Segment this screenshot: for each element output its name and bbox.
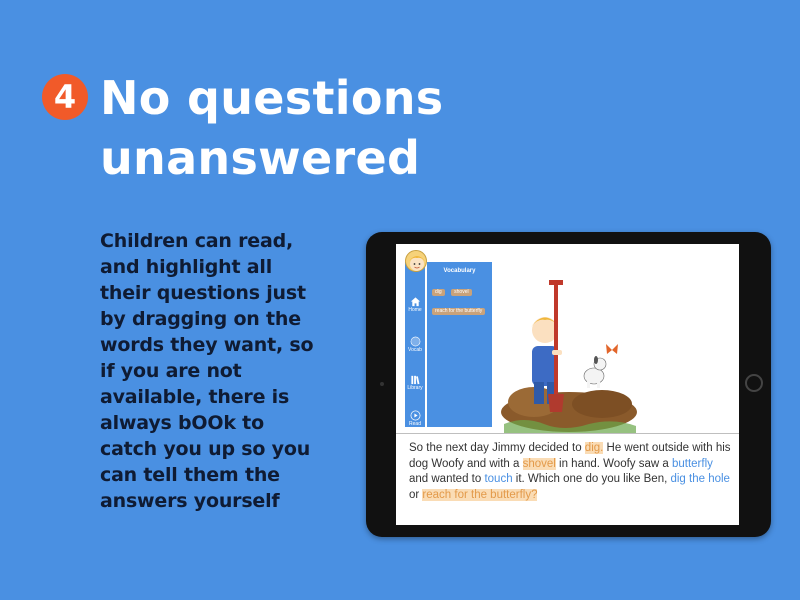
sidebar-item-label: Read: [409, 421, 421, 427]
sidebar-item-label: Vocab: [408, 347, 422, 353]
sidebar-item-label: Home: [408, 307, 422, 313]
linked-word[interactable]: dig the hole: [670, 473, 729, 485]
sidebar-item-library[interactable]: Library: [405, 374, 425, 392]
library-icon: [410, 375, 419, 385]
vocab-chip[interactable]: shovel: [451, 289, 472, 296]
vocab-icon: [410, 336, 420, 347]
tablet-camera: [380, 382, 384, 386]
story-text[interactable]: So the next day Jimmy decided to dig. He…: [409, 441, 734, 503]
child-avatar[interactable]: [405, 250, 427, 272]
tablet-device: Home Vocab Library Read Vocabulary dig s…: [366, 232, 771, 537]
highlighted-word[interactable]: reach for the butterfly?: [422, 488, 538, 501]
vocab-chip[interactable]: reach for the butterfly: [432, 308, 486, 315]
sidebar-item-home[interactable]: Home: [405, 296, 425, 314]
story-segment[interactable]: and wanted to: [409, 473, 484, 485]
story-illustration: [501, 280, 637, 434]
story-segment[interactable]: in hand. Woofy saw a: [556, 458, 672, 470]
vocab-chip[interactable]: dig: [432, 289, 445, 296]
story-segment[interactable]: So the next day Jimmy decided to: [409, 442, 585, 454]
story-segment[interactable]: or: [409, 489, 422, 501]
story-divider: [396, 433, 739, 434]
slide-body-text: Children can read, and highlight all the…: [100, 230, 314, 512]
app-sidebar: Home Vocab Library Read: [405, 262, 425, 427]
slide-title: No questions unanswered: [100, 71, 444, 185]
highlighted-word[interactable]: shovel: [522, 457, 556, 470]
app-screen: Home Vocab Library Read Vocabulary dig s…: [396, 244, 739, 525]
vocabulary-title: Vocabulary: [443, 268, 476, 274]
slide-number-badge: 4: [42, 74, 88, 120]
home-icon: [410, 297, 420, 307]
vocabulary-panel: Vocabulary dig shovel reach for the butt…: [427, 262, 492, 427]
sidebar-item-read[interactable]: Read: [405, 410, 425, 428]
linked-word[interactable]: touch: [484, 473, 512, 485]
sidebar-item-vocab[interactable]: Vocab: [405, 336, 425, 354]
sidebar-item-label: Library: [407, 385, 423, 391]
story-segment[interactable]: it. Which one do you like Ben,: [513, 473, 671, 485]
linked-word[interactable]: butterfly: [672, 458, 713, 470]
play-icon: [410, 410, 420, 421]
tablet-home-button[interactable]: [745, 374, 763, 392]
highlighted-word[interactable]: dig.: [584, 442, 604, 454]
